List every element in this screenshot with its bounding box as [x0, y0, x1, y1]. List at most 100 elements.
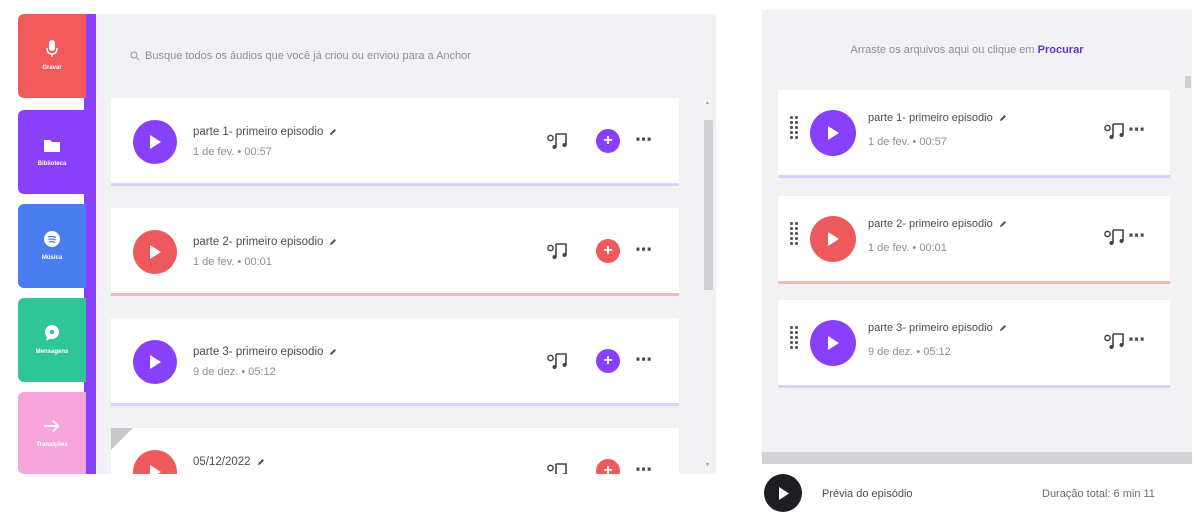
- browse-link[interactable]: Procurar: [1038, 44, 1084, 56]
- more-options-icon[interactable]: ⋯: [1128, 121, 1146, 138]
- music-bed-icon[interactable]: [547, 462, 569, 474]
- play-button[interactable]: [810, 216, 856, 262]
- drag-handle-icon[interactable]: [790, 222, 800, 252]
- episode-panel-footer-bar: [762, 452, 1192, 464]
- add-to-episode-button[interactable]: +: [596, 239, 620, 263]
- segment-title-row: parte 3- primeiro episodio: [868, 322, 1007, 334]
- item-title-row: parte 2- primeiro episodio: [193, 236, 337, 248]
- item-meta: 1 de fev. • 00:01: [193, 256, 272, 268]
- nav-item-transitions[interactable]: Transições: [18, 392, 86, 474]
- scroll-up-arrow[interactable]: ▲: [705, 100, 710, 106]
- play-button[interactable]: [133, 340, 177, 384]
- library-item[interactable]: parte 3- primeiro episodio 9 de dez. • 0…: [111, 318, 679, 406]
- more-options-icon[interactable]: ⋯: [1128, 331, 1146, 348]
- play-button[interactable]: [133, 450, 177, 474]
- play-icon: [828, 126, 839, 140]
- folder-icon: [44, 137, 60, 153]
- item-title: parte 3- primeiro episodio: [193, 346, 324, 358]
- item-title: parte 1- primeiro episodio: [193, 126, 324, 138]
- upload-dropzone[interactable]: Arraste os arquivos aqui ou clique em Pr…: [762, 44, 1172, 56]
- scrollbar-thumb[interactable]: [1185, 76, 1191, 88]
- segment-meta: 1 de fev. • 00:57: [868, 136, 947, 148]
- music-bed-icon[interactable]: [1104, 228, 1126, 246]
- library-item[interactable]: parte 1- primeiro episodio 1 de fev. • 0…: [111, 98, 679, 186]
- segment-title-row: parte 2- primeiro episodio: [868, 218, 1007, 230]
- nav-label: Música: [41, 255, 63, 261]
- more-options-icon[interactable]: ⋯: [1128, 227, 1146, 244]
- total-duration: Duração total: 6 min 11: [1042, 488, 1155, 500]
- add-to-episode-button[interactable]: +: [596, 129, 620, 153]
- nav-item-library[interactable]: Biblioteca: [18, 110, 86, 194]
- scroll-down-arrow[interactable]: ▼: [705, 462, 710, 468]
- segment-title: parte 2- primeiro episodio: [868, 218, 993, 230]
- music-bed-icon[interactable]: [547, 242, 569, 260]
- play-icon: [150, 465, 161, 474]
- pencil-icon[interactable]: [329, 128, 337, 136]
- item-title-row: parte 3- primeiro episodio: [193, 346, 337, 358]
- nav-item-music[interactable]: Música: [18, 204, 86, 288]
- preview-play-button[interactable]: [764, 474, 802, 512]
- pencil-icon[interactable]: [329, 348, 337, 356]
- microphone-icon: [44, 40, 60, 57]
- library-search[interactable]: Busque todos os áudios que você já criou…: [130, 50, 471, 62]
- episode-segment[interactable]: parte 1- primeiro episodio 1 de fev. • 0…: [778, 90, 1170, 178]
- segment-title: parte 1- primeiro episodio: [868, 112, 993, 124]
- play-icon: [828, 336, 839, 350]
- play-button[interactable]: [810, 320, 856, 366]
- drag-handle-icon[interactable]: [790, 326, 800, 356]
- play-icon: [150, 135, 161, 149]
- pencil-icon[interactable]: [999, 324, 1007, 332]
- more-options-icon[interactable]: ⋯: [635, 461, 653, 474]
- nav-item-messages[interactable]: Mensagens: [18, 298, 86, 382]
- play-icon: [150, 245, 161, 259]
- play-icon: [778, 486, 789, 500]
- pencil-icon[interactable]: [999, 220, 1007, 228]
- play-button[interactable]: [133, 230, 177, 274]
- library-panel: Busque todos os áudios que você já criou…: [96, 14, 716, 474]
- message-icon: [44, 325, 60, 341]
- library-scrollbar[interactable]: ▲ ▼: [703, 100, 713, 474]
- item-meta: 9 de dez. • 05:12: [193, 366, 276, 378]
- play-icon: [828, 232, 839, 246]
- pencil-icon[interactable]: [999, 114, 1007, 122]
- episode-segment[interactable]: parte 2- primeiro episodio 1 de fev. • 0…: [778, 196, 1170, 284]
- search-input[interactable]: Busque todos os áudios que você já criou…: [145, 50, 471, 62]
- library-item[interactable]: parte 2- primeiro episodio 1 de fev. • 0…: [111, 208, 679, 296]
- drag-handle-icon[interactable]: [790, 116, 800, 146]
- nav-label: Biblioteca: [37, 161, 67, 167]
- scrollbar-thumb[interactable]: [704, 120, 713, 290]
- segment-title-row: parte 1- primeiro episodio: [868, 112, 1007, 124]
- item-meta: 1 de fev. • 00:57: [193, 146, 272, 158]
- episode-segment[interactable]: parte 3- primeiro episodio 9 de dez. • 0…: [778, 300, 1170, 388]
- pencil-icon[interactable]: [257, 458, 265, 466]
- music-bed-icon[interactable]: [1104, 122, 1126, 140]
- more-options-icon[interactable]: ⋯: [635, 131, 653, 148]
- library-item[interactable]: 05/12/2022 + ⋯: [111, 428, 679, 474]
- dropzone-text: Arraste os arquivos aqui ou clique em: [850, 44, 1035, 56]
- preview-label: Prévia do episódio: [822, 488, 913, 500]
- spotify-icon: [44, 231, 60, 247]
- more-options-icon[interactable]: ⋯: [635, 351, 653, 368]
- arrow-right-icon: [44, 418, 60, 434]
- item-title: parte 2- primeiro episodio: [193, 236, 324, 248]
- add-to-episode-button[interactable]: +: [596, 459, 620, 474]
- add-to-episode-button[interactable]: +: [596, 349, 620, 373]
- nav-item-record[interactable]: Gravar: [18, 14, 86, 98]
- music-bed-icon[interactable]: [1104, 332, 1126, 350]
- pencil-icon[interactable]: [329, 238, 337, 246]
- play-button[interactable]: [133, 120, 177, 164]
- episode-scrollbar[interactable]: [1184, 68, 1192, 448]
- segment-title: parte 3- primeiro episodio: [868, 322, 993, 334]
- play-icon: [150, 355, 161, 369]
- music-bed-icon[interactable]: [547, 132, 569, 150]
- corner-badge-icon: [111, 428, 133, 450]
- music-bed-icon[interactable]: [547, 352, 569, 370]
- episode-builder-panel: Arraste os arquivos aqui ou clique em Pr…: [762, 10, 1192, 464]
- play-button[interactable]: [810, 110, 856, 156]
- segment-meta: 9 de dez. • 05:12: [868, 346, 951, 358]
- more-options-icon[interactable]: ⋯: [635, 241, 653, 258]
- nav-label: Gravar: [42, 65, 62, 71]
- nav-label: Mensagens: [35, 349, 69, 355]
- item-title: 05/12/2022: [193, 456, 251, 468]
- search-icon: [130, 51, 140, 61]
